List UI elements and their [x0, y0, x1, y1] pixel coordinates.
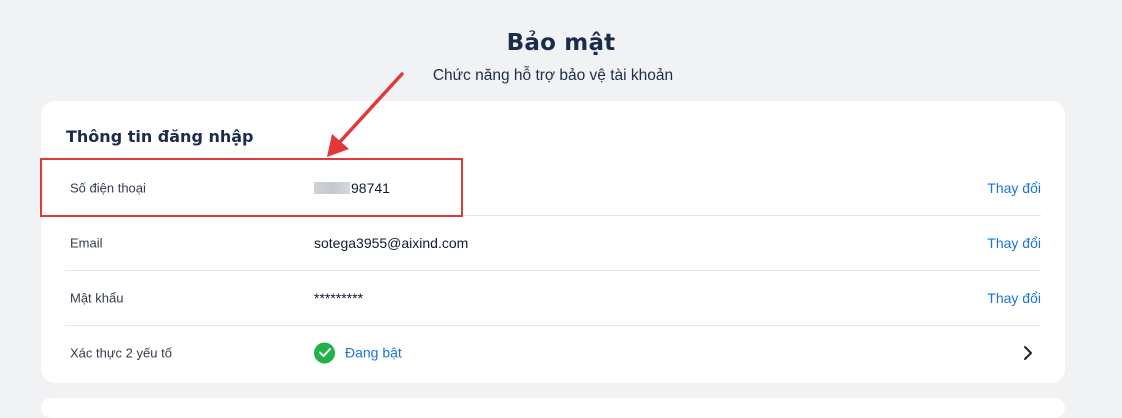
- email-row: Email sotega3955@aixind.com Thay đổi: [65, 215, 1041, 271]
- page-title: Bảo mật: [506, 30, 616, 56]
- password-value: *********: [314, 289, 364, 306]
- chevron-right-icon[interactable]: [1021, 345, 1035, 361]
- email-label: Email: [70, 235, 103, 250]
- page-subtitle: Chức năng hỗ trợ bảo vệ tài khoản: [432, 67, 674, 84]
- check-circle-icon: [314, 342, 335, 363]
- change-password-link[interactable]: Thay đổi: [987, 290, 1041, 306]
- next-card-edge: [41, 398, 1065, 418]
- email-value: sotega3955@aixind.com: [314, 234, 469, 251]
- password-label: Mật khẩu: [70, 290, 124, 305]
- two-factor-status-wrap: Đang bật: [314, 342, 402, 363]
- section-title: Thông tin đăng nhập: [66, 127, 254, 146]
- two-factor-row[interactable]: Xác thực 2 yếu tố Đang bật: [65, 325, 1041, 380]
- annotation-highlight-box: [40, 158, 463, 217]
- change-phone-link[interactable]: Thay đổi: [987, 180, 1041, 196]
- two-factor-label: Xác thực 2 yếu tố: [70, 345, 172, 360]
- two-factor-status: Đang bật: [345, 344, 402, 361]
- login-info-card: Thông tin đăng nhập Số điện thoại 98741 …: [41, 101, 1065, 383]
- password-row: Mật khẩu ********* Thay đổi: [65, 270, 1041, 326]
- change-email-link[interactable]: Thay đổi: [987, 235, 1041, 251]
